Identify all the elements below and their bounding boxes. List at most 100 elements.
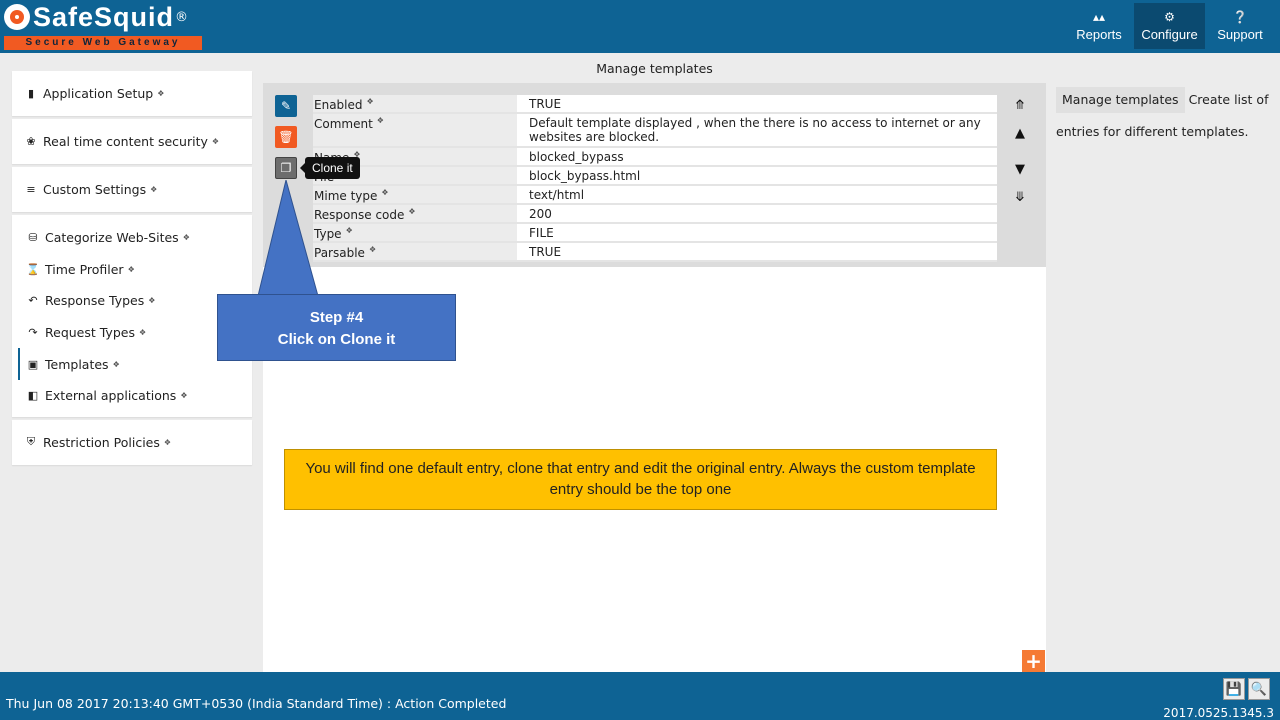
table-row: Parsable ❖ TRUE <box>313 243 997 262</box>
page-title: Manage templates <box>263 53 1046 83</box>
info-icon[interactable]: ❖ <box>150 185 157 194</box>
delete-button[interactable]: 🗑 <box>275 126 297 148</box>
edit-button[interactable]: ✎ <box>275 95 297 117</box>
info-icon[interactable]: ❖ <box>369 245 376 254</box>
info-icon[interactable]: ❖ <box>148 296 155 305</box>
nav-configure[interactable]: ⚙ Configure <box>1134 3 1205 49</box>
brand-tagline: Secure Web Gateway <box>4 36 202 50</box>
sidebar-section-custom-settings[interactable]: ≡ Custom Settings ❖ <box>12 167 252 212</box>
database-icon: ⛁ <box>28 231 38 245</box>
edit-icon: ✎ <box>280 99 292 113</box>
sidebar-custom-settings-list: ⛁ Categorize Web-Sites ❖ ⌛ Time Profiler… <box>12 215 252 417</box>
sidebar-item-label: Time Profiler <box>45 261 124 277</box>
move-top-icon[interactable]: ⤊ <box>1015 97 1026 115</box>
templates-icon: ▣ <box>27 357 39 371</box>
sidebar-item-response-types[interactable]: ↶ Response Types ❖ <box>12 285 252 317</box>
table-row: Comment ❖ Default template displayed , wh… <box>313 114 997 148</box>
move-down-icon[interactable]: ▼ <box>1015 161 1025 179</box>
field-value: FILE <box>529 226 554 240</box>
main-panel: Manage templates ✎ 🗑 ❐ Enabled ❖ TRUE Com… <box>263 53 1046 672</box>
step-callout: Step #4 Click on Clone it <box>217 294 456 361</box>
sidebar-section-label: Application Setup <box>43 86 154 101</box>
field-label: Response code <box>314 208 405 222</box>
info-icon[interactable]: ❖ <box>139 328 146 337</box>
table-row: Type ❖ FILE <box>313 224 997 243</box>
info-icon[interactable]: ❖ <box>408 207 415 216</box>
sidebar-item-external-applications[interactable]: ◧ External applications ❖ <box>12 380 252 412</box>
sidebar-item-label: Response Types <box>45 293 145 309</box>
table-row: Enabled ❖ TRUE <box>313 95 997 114</box>
nav-configure-label: Configure <box>1141 27 1198 42</box>
step-title: Step #4 <box>309 309 364 326</box>
entry-actions: ✎ 🗑 ❐ <box>275 95 297 188</box>
plus-icon: + <box>1025 649 1042 673</box>
move-bottom-icon[interactable]: ⤋ <box>1015 189 1026 207</box>
entry-table: Enabled ❖ TRUE Comment ❖ Default template … <box>313 95 997 262</box>
table-row: Name❖ blocked_bypass <box>313 148 997 167</box>
reorder-controls: ⤊ ▲ ▼ ⤋ <box>1011 97 1029 207</box>
sidebar-section-label: Restriction Policies <box>43 434 160 450</box>
sidebar-item-templates[interactable]: ▣ Templates ❖ <box>12 348 252 380</box>
info-icon[interactable]: ❖ <box>367 97 374 106</box>
version-label: 2017.0525.1345.3 <box>1163 706 1274 720</box>
safesquid-logo: SafeSquid ® Secure Web Gateway <box>4 1 204 51</box>
nav-reports-label: Reports <box>1076 27 1122 42</box>
info-icon[interactable]: ❖ <box>346 226 353 235</box>
save-button[interactable]: 💾 <box>1223 678 1245 700</box>
sidebar-section-real-time-content-security[interactable]: ❀ Real time content security ❖ <box>12 119 252 164</box>
info-icon[interactable]: ❖ <box>381 188 388 197</box>
template-entry: ✎ 🗑 ❐ Enabled ❖ TRUE Comment ❖ Default tem… <box>263 83 1046 267</box>
brand-name: SafeSquid <box>33 1 175 32</box>
field-value: TRUE <box>529 245 562 259</box>
help-tag: Manage templates <box>1056 87 1185 113</box>
briefcase-icon: ▮ <box>27 87 35 100</box>
reply-icon: ↶ <box>28 294 38 308</box>
sidebar-item-label: Categorize Web-Sites <box>45 230 179 246</box>
shield-icon: ⛨ <box>26 435 36 449</box>
move-up-icon[interactable]: ▲ <box>1015 125 1025 143</box>
external-icon: ◧ <box>27 389 39 403</box>
registered-mark: ® <box>175 9 189 25</box>
info-icon[interactable]: ❖ <box>212 137 219 146</box>
add-entry-button[interactable]: + <box>1022 650 1045 672</box>
nav-reports[interactable]: ▴▴ Reports <box>1070 3 1128 49</box>
field-value: text/html <box>529 188 585 202</box>
clone-tooltip: Clone it <box>300 157 360 179</box>
cogs-icon: ⚙ <box>1164 10 1175 24</box>
table-row: Response code ❖ 200 <box>313 205 997 224</box>
field-value: block_bypass.html <box>529 169 641 183</box>
sidebar-section-application-setup[interactable]: ▮ Application Setup ❖ <box>12 71 252 116</box>
step-callout-pointer <box>257 180 319 296</box>
info-icon[interactable]: ❖ <box>180 391 187 400</box>
clone-button[interactable]: ❐ <box>275 157 297 179</box>
field-value: TRUE <box>529 97 562 111</box>
nav-support-label: Support <box>1217 27 1263 42</box>
sidebar-item-label: Request Types <box>45 325 135 341</box>
save-icon: 💾 <box>1225 681 1243 697</box>
info-icon[interactable]: ❖ <box>157 89 164 98</box>
field-value: 200 <box>529 207 552 221</box>
sidebar-item-request-types[interactable]: ↷ Request Types ❖ <box>12 317 252 349</box>
sidebar-section-restriction-policies[interactable]: ⛨ Restriction Policies ❖ <box>12 419 252 465</box>
info-icon[interactable]: ❖ <box>113 360 120 369</box>
trash-icon: 🗑 <box>278 130 294 144</box>
info-icon[interactable]: ❖ <box>128 265 135 274</box>
hourglass-icon: ⌛ <box>26 262 40 276</box>
sidebar-item-label: External applications <box>45 388 177 404</box>
info-icon[interactable]: ❖ <box>377 116 384 125</box>
share-icon: ↷ <box>28 326 38 340</box>
step-text: Click on Clone it <box>277 331 396 348</box>
question-icon: ❔ <box>1232 10 1248 24</box>
info-icon[interactable]: ❖ <box>183 233 190 242</box>
clone-icon: ❐ <box>280 161 292 175</box>
top-header: SafeSquid ® Secure Web Gateway ▴▴ Report… <box>0 0 1280 53</box>
sidebar-item-time-profiler[interactable]: ⌛ Time Profiler ❖ <box>12 254 252 286</box>
help-panel: Manage templates Create list of entries f… <box>1056 84 1276 148</box>
search-button[interactable]: 🔍 <box>1248 678 1270 700</box>
left-sidebar: ▮ Application Setup ❖ ❀ Real time conten… <box>12 71 252 468</box>
search-icon: 🔍 <box>1250 681 1268 697</box>
table-row: Mime type ❖ text/html <box>313 186 997 205</box>
sidebar-item-categorize-web-sites[interactable]: ⛁ Categorize Web-Sites ❖ <box>12 222 252 254</box>
info-icon[interactable]: ❖ <box>164 438 171 447</box>
nav-support[interactable]: ❔ Support <box>1211 3 1269 49</box>
